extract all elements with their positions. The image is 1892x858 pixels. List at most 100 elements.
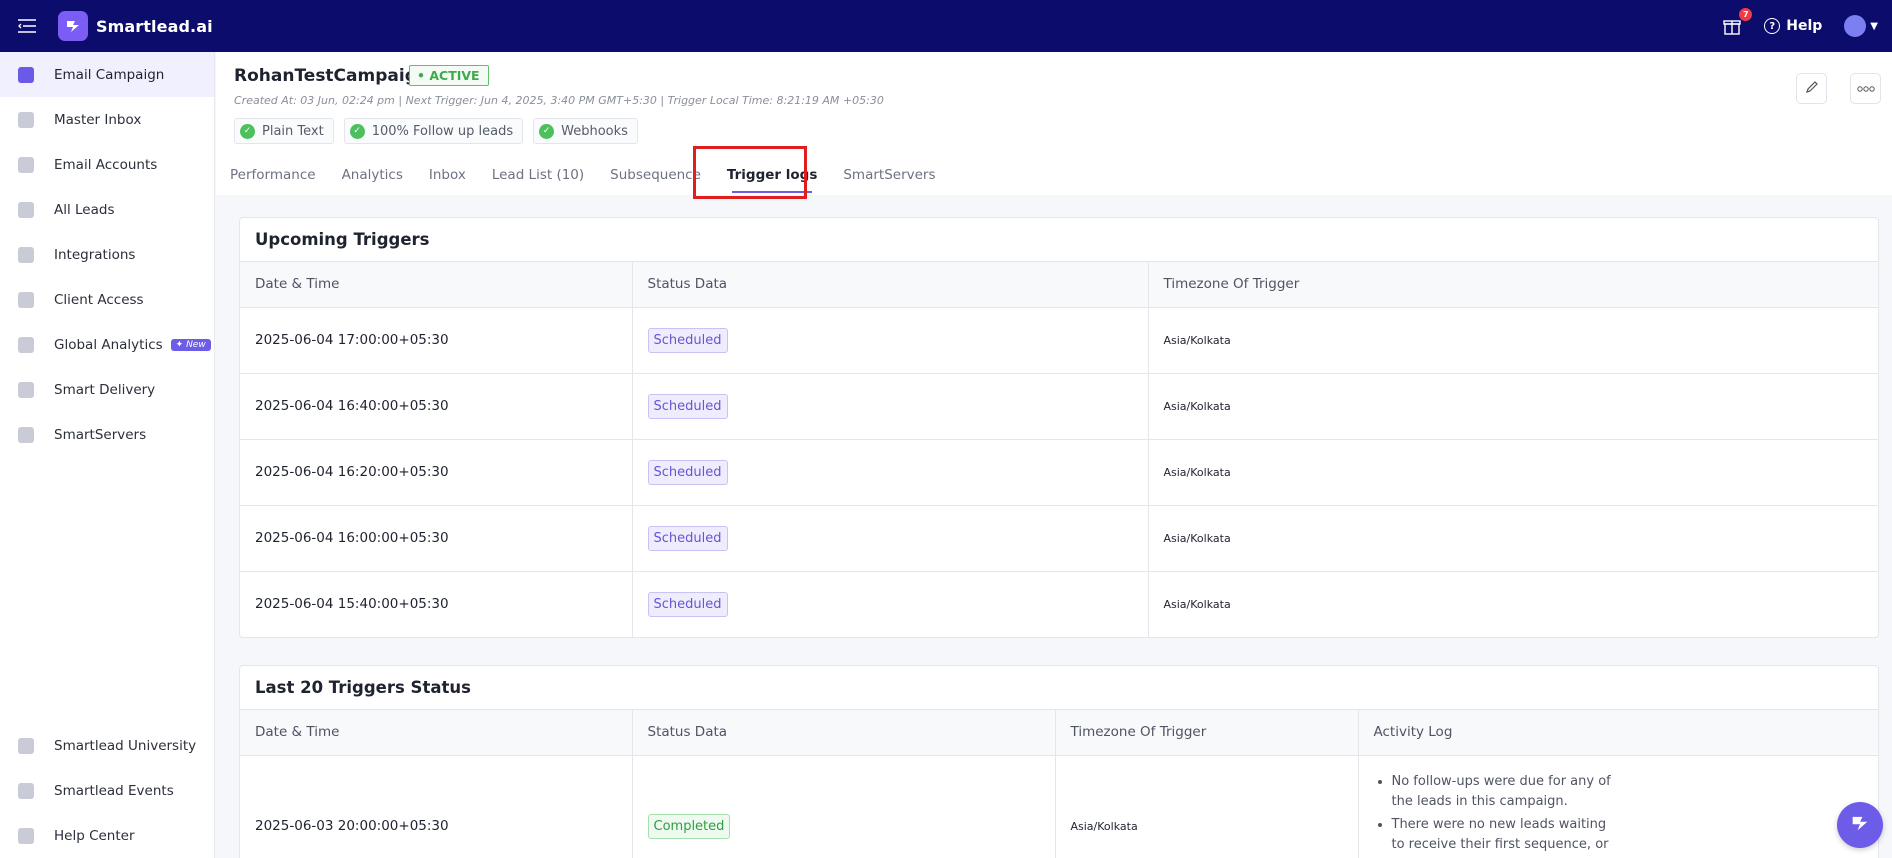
campaign-meta: Created At: 03 Jun, 02:24 pm | Next Trig…	[234, 94, 884, 107]
table-row: 2025-06-03 20:00:00+05:30 Completed Asia/K…	[240, 755, 1878, 858]
sidebar-item-smartlead-events[interactable]: Smartlead Events	[0, 768, 214, 813]
tab-analytics[interactable]: Analytics	[335, 157, 410, 193]
grid-icon	[18, 782, 34, 799]
campaign-tag: ✓ 100% Follow up leads	[343, 118, 524, 144]
tab-lead-list-10[interactable]: Lead List (10)	[485, 157, 591, 193]
trigger-timezone: Asia/Kolkata	[1148, 505, 1878, 572]
sidebar-item-integrations[interactable]: Integrations	[0, 232, 214, 277]
sidebar-item-label: Master Inbox	[54, 111, 142, 128]
activity-log-item: No follow-ups were due for any of the le…	[1392, 772, 1614, 812]
sidebar-item-label: Smart Delivery	[54, 381, 156, 398]
tab-smartservers[interactable]: SmartServers	[836, 157, 942, 193]
status-cell: Scheduled	[632, 373, 1149, 440]
sidebar-item-label: Email Accounts	[54, 156, 158, 173]
new-badge: ✦ New	[170, 338, 211, 351]
sidebar-item-smartservers[interactable]: SmartServers	[0, 412, 214, 457]
sidebar-item-label: Help Center	[54, 827, 135, 844]
status-badge: Completed	[647, 813, 731, 839]
trigger-datetime: 2025-06-04 16:00:00+05:30	[240, 505, 633, 572]
sidebar-item-label: All Leads	[54, 201, 115, 218]
upcoming-triggers-title: Upcoming Triggers	[240, 218, 1878, 262]
last-triggers-table: Date & Time Status Data Timezone Of Trigge…	[240, 710, 1878, 858]
top-bar: Smartlead.ai 7 ? Help ▼	[0, 0, 1892, 52]
trigger-timezone: Asia/Kolkata	[1148, 439, 1878, 506]
university-icon	[18, 737, 34, 754]
layers-icon	[18, 381, 34, 398]
help-label: Help	[1786, 18, 1823, 34]
table-row: 2025-06-04 16:40:00+05:30 Scheduled Asia/K…	[240, 373, 1878, 440]
tag-label: Webhooks	[561, 123, 628, 139]
sidebar-item-label: Email Campaign	[54, 66, 165, 83]
inbox-icon	[18, 111, 34, 128]
chat-launcher-button[interactable]	[1837, 802, 1883, 848]
campaign-tag: ✓ Plain Text	[234, 118, 334, 144]
campaign-tabs: Performance Analytics Inbox Lead List (10) S…	[230, 157, 955, 195]
more-dots-icon	[1856, 81, 1875, 96]
trigger-timezone: Asia/Kolkata	[1055, 755, 1359, 858]
campaign-tags: ✓ Plain Text ✓ 100% Follow up leads ✓ Webhook…	[234, 118, 648, 144]
campaign-tag: ✓ Webhooks	[533, 118, 638, 144]
edit-button[interactable]	[1796, 73, 1827, 104]
trigger-datetime: 2025-06-04 16:40:00+05:30	[240, 373, 633, 440]
sidebar-item-all-leads[interactable]: All Leads	[0, 187, 214, 232]
status-badge: Scheduled	[647, 525, 728, 551]
trigger-timezone: Asia/Kolkata	[1148, 373, 1878, 440]
check-circle-icon: ✓	[539, 123, 555, 139]
trigger-datetime: 2025-06-03 20:00:00+05:30	[240, 755, 633, 858]
activity-log-list: No follow-ups were due for any of the le…	[1374, 772, 1614, 858]
sidebar-item-smart-delivery[interactable]: Smart Delivery	[0, 367, 214, 412]
trigger-timezone: Asia/Kolkata	[1163, 597, 1231, 611]
status-badge: Scheduled	[647, 591, 728, 617]
sidebar-item-smartlead-university[interactable]: Smartlead University	[0, 723, 214, 768]
chevron-down-icon[interactable]: ▼	[1870, 21, 1878, 32]
column-header: Status Data	[632, 710, 1056, 756]
smartlead-logo-icon[interactable]	[58, 11, 88, 41]
sidebar: Email Campaign Master Inbox Email Accounts…	[0, 52, 215, 858]
upcoming-triggers-table: Date & Time Status Data Timezone Of Trigge…	[240, 262, 1878, 637]
last-triggers-title: Last 20 Triggers Status	[240, 666, 1878, 710]
table-row: 2025-06-04 15:40:00+05:30 Scheduled Asia/K…	[240, 571, 1878, 637]
document-icon	[18, 827, 34, 844]
sidebar-item-client-access[interactable]: Client Access	[0, 277, 214, 322]
activity-log-item: There were no new leads waiting to recei…	[1392, 815, 1614, 858]
sidebar-item-help-center[interactable]: Help Center	[0, 813, 214, 858]
tag-label: Plain Text	[262, 123, 324, 139]
sidebar-item-label: Global Analytics	[54, 336, 163, 353]
activity-log-cell: No follow-ups were due for any of the le…	[1358, 755, 1878, 858]
hamburger-menu-icon[interactable]	[0, 0, 54, 52]
tab-trigger-logs[interactable]: Trigger logs	[720, 157, 824, 193]
tag-label: 100% Follow up leads	[371, 123, 514, 139]
campaign-title: RohanTestCampaign	[234, 66, 429, 86]
trigger-timezone: Asia/Kolkata	[1148, 307, 1878, 374]
sidebar-item-email-campaign[interactable]: Email Campaign	[0, 52, 214, 97]
sidebar-item-email-accounts[interactable]: Email Accounts	[0, 142, 214, 187]
column-header: Timezone Of Trigger	[1148, 262, 1878, 308]
tab-inbox[interactable]: Inbox	[422, 157, 473, 193]
tab-subsequence[interactable]: Subsequence	[603, 157, 708, 193]
gift-icon[interactable]: 7	[1720, 8, 1753, 38]
sidebar-item-label: Smartlead Events	[54, 782, 174, 799]
trigger-datetime: 2025-06-04 15:40:00+05:30	[240, 571, 633, 637]
status-cell: Scheduled	[632, 571, 1149, 637]
status-badge: • ACTIVE	[409, 65, 489, 86]
sidebar-item-global-analytics[interactable]: Global Analytics ✦ New	[0, 322, 214, 367]
help-button[interactable]: ? Help	[1764, 18, 1822, 34]
table-row: 2025-06-04 16:00:00+05:30 Scheduled Asia/K…	[240, 505, 1878, 572]
last-triggers-card: Last 20 Triggers Status Date & Time Statu…	[239, 665, 1879, 858]
column-header: Timezone Of Trigger	[1055, 710, 1359, 756]
status-cell: Completed	[632, 755, 1056, 858]
mail-icon	[18, 156, 34, 173]
more-options-button[interactable]	[1850, 73, 1881, 104]
app-name[interactable]: Smartlead.ai	[96, 17, 213, 36]
bar-chart-icon	[18, 336, 34, 353]
question-icon: ?	[1764, 18, 1781, 34]
bolt-icon	[18, 291, 34, 308]
sidebar-item-label: Integrations	[54, 246, 136, 263]
tab-performance[interactable]: Performance	[230, 157, 323, 193]
sidebar-item-label: Smartlead University	[54, 737, 197, 754]
trigger-datetime: 2025-06-04 16:20:00+05:30	[240, 439, 633, 506]
server-icon	[18, 426, 34, 443]
avatar[interactable]	[1844, 15, 1867, 37]
sidebar-item-master-inbox[interactable]: Master Inbox	[0, 97, 214, 142]
table-row: 2025-06-04 16:20:00+05:30 Scheduled Asia/K…	[240, 439, 1878, 506]
